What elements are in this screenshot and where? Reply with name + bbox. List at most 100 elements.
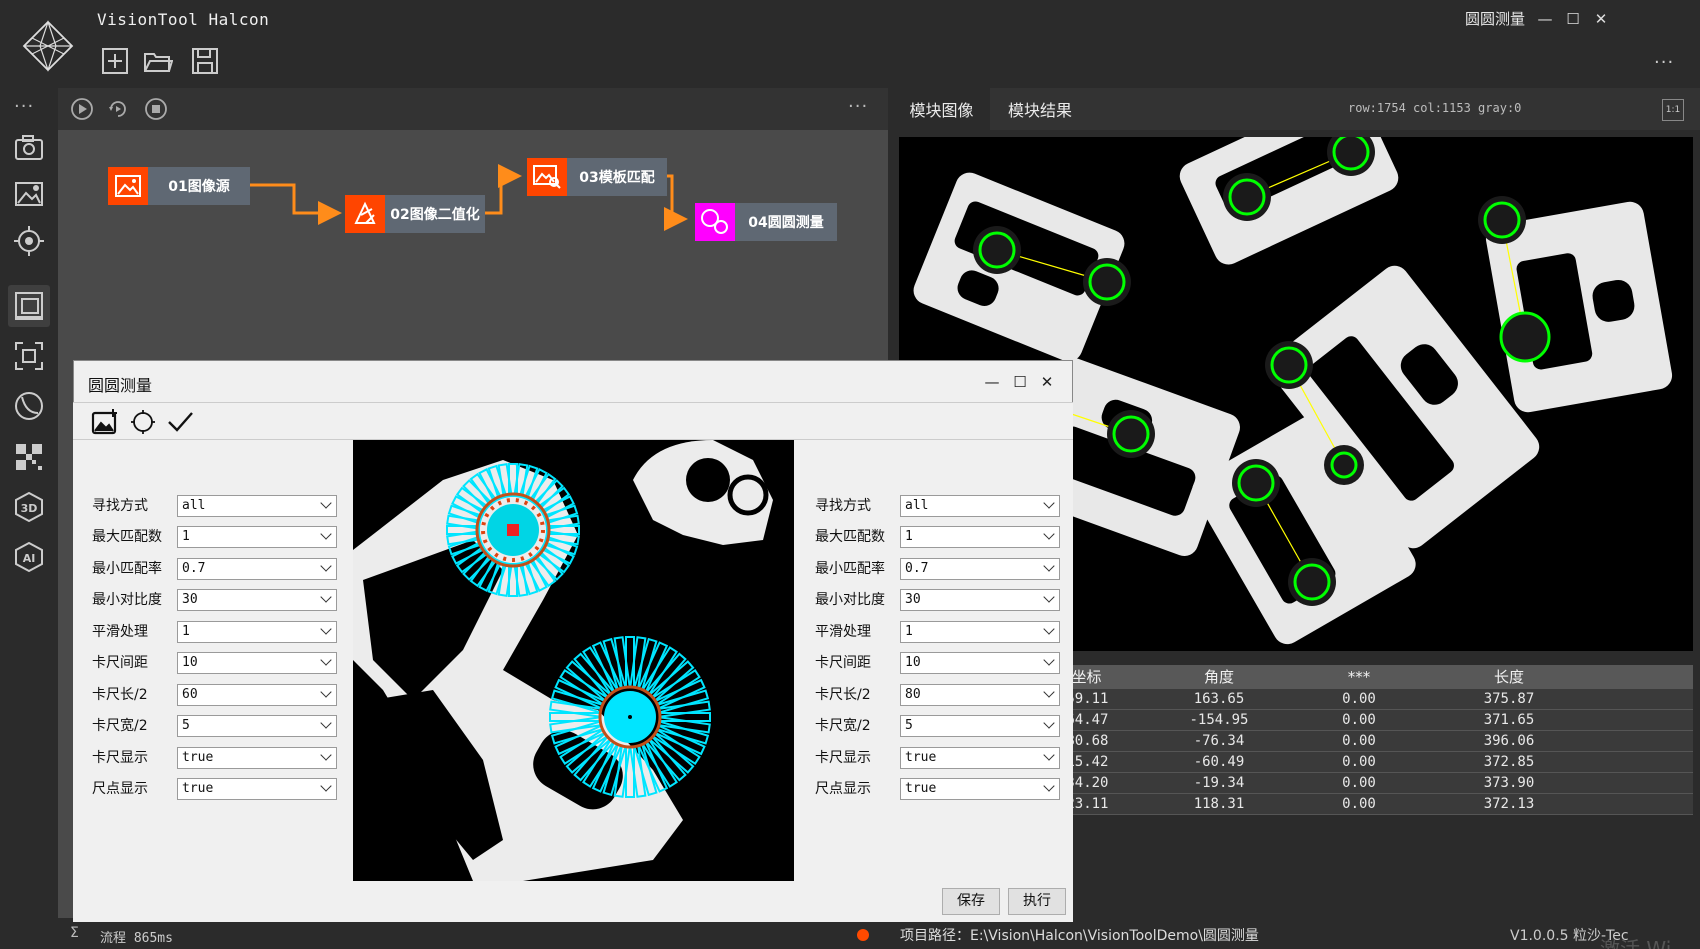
param-label: 平滑处理 <box>92 624 148 640</box>
qrcode-icon[interactable] <box>12 440 46 474</box>
node-binarize[interactable]: 02图像二值化 <box>345 195 485 233</box>
param-label: 最大匹配数 <box>815 529 885 545</box>
rail-more-button[interactable]: ··· <box>14 96 34 117</box>
param-select-min-score-2[interactable]: 0.7 <box>900 558 1060 580</box>
node-label: 04圆圆测量 <box>735 203 837 241</box>
param-select-caliper-display-1[interactable]: true <box>177 747 337 769</box>
param-select-caliper-width-1[interactable]: 5 <box>177 715 337 737</box>
loop-icon[interactable] <box>106 97 130 121</box>
caliper-rect <box>633 637 658 691</box>
flow-more-button[interactable]: ··· <box>848 96 868 117</box>
param-select-caliper-spacing-1[interactable]: 10 <box>177 652 337 674</box>
new-file-icon[interactable] <box>100 46 130 76</box>
dialog-preview-image[interactable] <box>353 440 794 881</box>
tab-module-result[interactable]: 模块结果 <box>990 88 1090 130</box>
table-cell: 396.06 <box>1483 733 1535 749</box>
locate-icon[interactable] <box>12 224 46 258</box>
circle-measure-icon <box>695 203 735 241</box>
open-folder-icon[interactable] <box>143 46 173 76</box>
param-select-max-matches-1[interactable]: 1 <box>177 526 337 548</box>
param-select-caliper-length-1[interactable]: 60 <box>177 684 337 706</box>
param-select-max-matches-2[interactable]: 1 <box>900 526 1060 548</box>
select-value: 30 <box>905 592 921 607</box>
maximize-button[interactable]: ☐ <box>1560 6 1586 32</box>
template-icon[interactable] <box>12 289 46 323</box>
param-select-find-mode-1[interactable]: all <box>177 495 337 517</box>
column-header[interactable]: 角度 <box>1169 665 1269 689</box>
tab-module-image[interactable]: 模块图像 <box>893 88 990 130</box>
param-select-point-display-2[interactable]: true <box>900 778 1060 800</box>
select-value: 0.7 <box>905 561 929 576</box>
sigma-icon: Σ <box>70 925 79 941</box>
param-select-caliper-length-2[interactable]: 80 <box>900 684 1060 706</box>
column-header[interactable]: 长度 <box>1459 665 1559 689</box>
param-select-caliper-display-2[interactable]: true <box>900 747 1060 769</box>
app-logo-icon <box>22 20 74 72</box>
param-label: 最小对比度 <box>815 592 885 608</box>
chevron-down-icon <box>1043 623 1055 635</box>
app-title: VisionTool Halcon <box>97 10 270 29</box>
stop-icon[interactable] <box>144 97 168 121</box>
param-label: 最小匹配率 <box>92 561 162 577</box>
dialog-minimize-button[interactable]: — <box>980 370 1004 394</box>
save-icon[interactable] <box>190 46 220 76</box>
measure-icon[interactable] <box>12 339 46 373</box>
camera-icon[interactable] <box>12 131 46 165</box>
minimize-button[interactable]: — <box>1532 6 1558 32</box>
chevron-down-icon <box>320 749 332 761</box>
table-cell: -154.95 <box>1189 712 1249 728</box>
activation-watermark: 激活 Wi <box>1600 937 1672 949</box>
close-button[interactable]: ✕ <box>1588 6 1614 32</box>
image-settings-icon[interactable] <box>12 177 46 211</box>
table-cell: 372.85 <box>1483 754 1535 770</box>
run-button[interactable]: 执行 <box>1008 888 1066 915</box>
dialog-maximize-button[interactable]: ☐ <box>1008 370 1032 394</box>
node-label: 02图像二值化 <box>385 195 485 233</box>
table-cell: 373.90 <box>1483 775 1535 791</box>
chevron-down-icon <box>1043 497 1055 509</box>
fit-1to1-button[interactable]: 1:1 <box>1662 99 1684 121</box>
node-circle-measure[interactable]: 04圆圆测量 <box>695 203 837 241</box>
chevron-down-icon <box>1043 528 1055 540</box>
param-select-min-contrast-2[interactable]: 30 <box>900 589 1060 611</box>
window-caption: 圆圆测量 <box>1465 10 1526 28</box>
node-image-source[interactable]: 01图像源 <box>108 167 250 205</box>
param-select-caliper-width-2[interactable]: 5 <box>900 715 1060 737</box>
param-label: 卡尺宽/2 <box>92 718 148 734</box>
param-label: 寻找方式 <box>815 498 871 514</box>
chevron-down-icon <box>320 591 332 603</box>
table-cell: 0.00 <box>1342 775 1376 791</box>
param-label: 卡尺长/2 <box>815 687 871 703</box>
param-select-point-display-1[interactable]: true <box>177 778 337 800</box>
add-image-icon[interactable] <box>90 407 120 437</box>
select-value: 30 <box>182 592 198 607</box>
param-select-min-score-1[interactable]: 0.7 <box>177 558 337 580</box>
caliper-rect <box>656 689 710 714</box>
save-button[interactable]: 保存 <box>942 888 1000 915</box>
select-value: true <box>905 750 937 765</box>
column-header[interactable]: *** <box>1309 665 1409 689</box>
param-select-smoothing-1[interactable]: 1 <box>177 621 337 643</box>
confirm-check-icon[interactable] <box>165 407 195 437</box>
3d-icon[interactable]: 3D <box>12 490 46 524</box>
chevron-down-icon <box>320 623 332 635</box>
param-select-min-contrast-1[interactable]: 30 <box>177 589 337 611</box>
param-select-find-mode-2[interactable]: all <box>900 495 1060 517</box>
dialog-close-button[interactable]: ✕ <box>1035 370 1059 394</box>
param-label: 卡尺间距 <box>92 655 148 671</box>
top-more-button[interactable]: ··· <box>1654 52 1674 73</box>
param-select-caliper-spacing-2[interactable]: 10 <box>900 652 1060 674</box>
circle-roi-icon[interactable] <box>128 407 158 437</box>
param-label: 最大匹配数 <box>92 529 162 545</box>
select-value: 5 <box>905 718 913 733</box>
curve-icon[interactable] <box>12 389 46 423</box>
ai-icon[interactable]: AI <box>12 540 46 574</box>
table-cell: 371.65 <box>1483 712 1535 728</box>
caliper-rect <box>602 637 627 691</box>
param-label: 尺点显示 <box>92 781 148 797</box>
table-cell: -60.49 <box>1193 754 1245 770</box>
table-cell: -19.34 <box>1193 775 1245 791</box>
node-template-match[interactable]: 03模板匹配 <box>527 158 667 196</box>
param-select-smoothing-2[interactable]: 1 <box>900 621 1060 643</box>
play-icon[interactable] <box>70 97 94 121</box>
